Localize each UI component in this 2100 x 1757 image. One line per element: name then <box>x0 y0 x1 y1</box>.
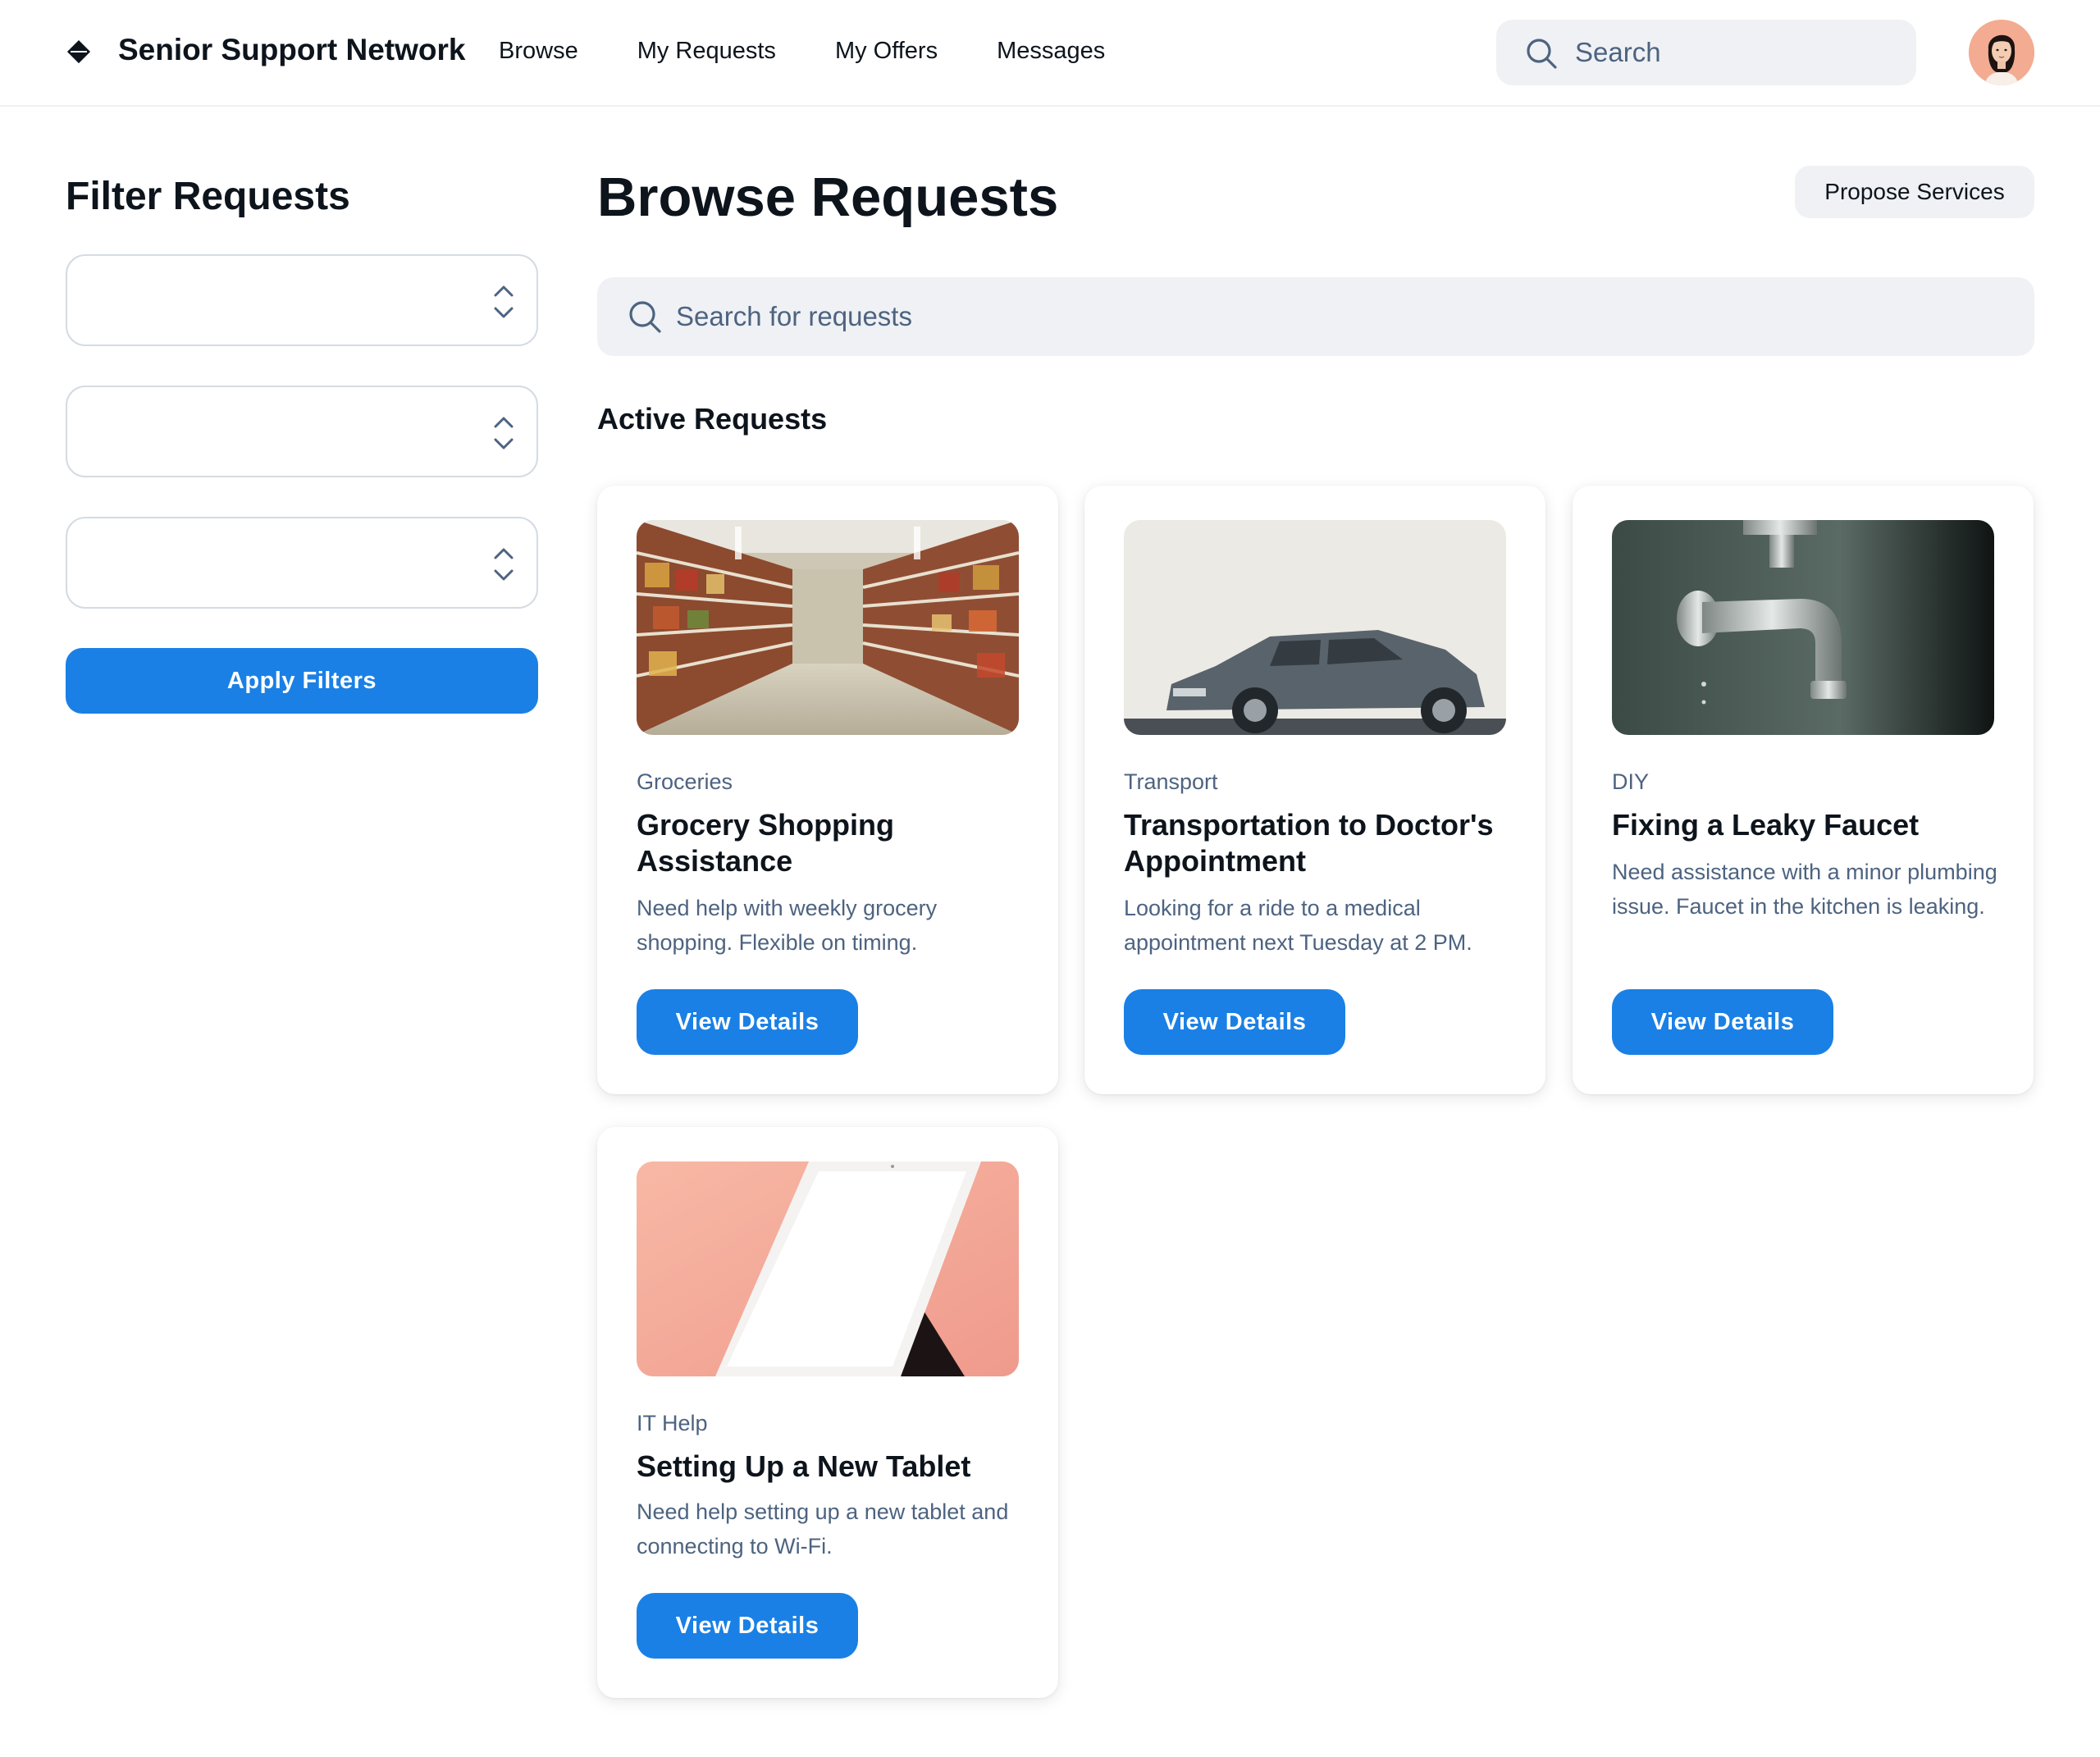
filter-select-1[interactable] <box>66 254 538 346</box>
card-category: Groceries <box>637 769 733 794</box>
nav-messages[interactable]: Messages <box>997 38 1105 65</box>
faucet-image <box>1612 520 1994 735</box>
search-icon <box>629 301 661 333</box>
view-details-button[interactable]: View Details <box>1612 989 1833 1055</box>
card-title[interactable]: Grocery Shopping Assistance <box>637 807 1030 879</box>
diamond-logo-icon[interactable] <box>66 39 92 65</box>
card-category: IT Help <box>637 1411 708 1435</box>
card-category: Transport <box>1124 769 1218 794</box>
card-title[interactable]: Fixing a Leaky Faucet <box>1612 807 2006 843</box>
request-card-groceries: Groceries Grocery Shopping Assistance Ne… <box>597 486 1058 1094</box>
avatar-portrait-image <box>1969 20 2034 85</box>
nav-browse[interactable]: Browse <box>499 38 578 65</box>
card-description: Looking for a ride to a medical appointm… <box>1124 896 1472 955</box>
request-card-transport: Transport Transportation to Doctor's App… <box>1084 486 1545 1094</box>
apply-filters-button[interactable]: Apply Filters <box>66 648 538 714</box>
propose-services-button[interactable]: Propose Services <box>1795 166 2034 218</box>
view-details-button[interactable]: View Details <box>637 1593 858 1659</box>
grocery-aisle-image <box>637 520 1019 735</box>
card-title[interactable]: Setting Up a New Tablet <box>637 1449 1030 1485</box>
header-search-input[interactable] <box>1575 20 1903 85</box>
card-title[interactable]: Transportation to Doctor's Appointment <box>1124 807 1518 879</box>
card-description: Need help with weekly grocery shopping. … <box>637 896 938 955</box>
filter-title: Filter Requests <box>66 175 350 218</box>
chevron-up-down-icon <box>494 548 514 581</box>
tablet-image <box>637 1161 1019 1376</box>
nav-my-requests[interactable]: My Requests <box>637 38 776 65</box>
page-title: Browse Requests <box>597 167 1059 228</box>
car-image <box>1124 520 1506 735</box>
main-nav: Browse My Requests My Offers Messages <box>499 38 1105 65</box>
section-title: Active Requests <box>597 402 828 436</box>
request-card-diy: DIY Fixing a Leaky Faucet Need assistanc… <box>1573 486 2034 1094</box>
user-avatar[interactable] <box>1969 20 2034 85</box>
header-search-box[interactable] <box>1496 20 1916 85</box>
request-card-it-help: IT Help Setting Up a New Tablet Need hel… <box>597 1127 1058 1698</box>
nav-my-offers[interactable]: My Offers <box>835 38 938 65</box>
filter-select-2[interactable] <box>66 386 538 477</box>
view-details-button[interactable]: View Details <box>637 989 858 1055</box>
view-details-button[interactable]: View Details <box>1124 989 1345 1055</box>
chevron-up-down-icon <box>494 285 514 318</box>
request-search-box[interactable] <box>597 277 2034 356</box>
card-description: Need help setting up a new tablet and co… <box>637 1499 1009 1558</box>
card-category: DIY <box>1612 769 1650 794</box>
chevron-up-down-icon <box>494 417 514 450</box>
request-search-input[interactable] <box>676 277 2005 356</box>
filter-select-3[interactable] <box>66 517 538 609</box>
search-icon <box>1527 39 1557 69</box>
brand-name[interactable]: Senior Support Network <box>118 33 465 67</box>
card-description: Need assistance with a minor plumbing is… <box>1612 860 1997 919</box>
top-header: Senior Support Network Browse My Request… <box>0 0 2100 107</box>
